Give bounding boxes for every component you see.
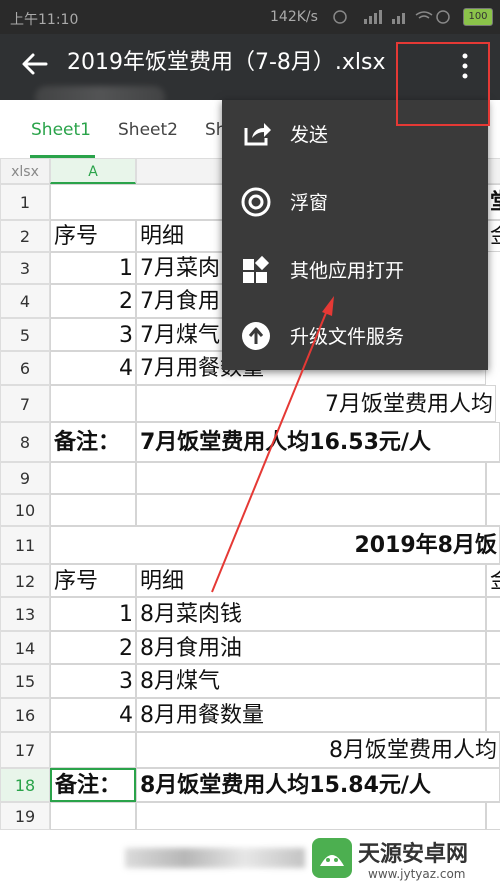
- cell-a15[interactable]: 3: [50, 664, 136, 698]
- floating-window-icon: [241, 187, 271, 217]
- cell-b12[interactable]: 明细: [136, 564, 486, 597]
- cell-a3[interactable]: 1: [50, 252, 136, 284]
- cell-b7[interactable]: 7月饭堂费用人均: [136, 385, 496, 422]
- row-header-14[interactable]: 14: [0, 631, 50, 664]
- blurred-footer: [125, 848, 305, 868]
- cell-c12[interactable]: 金: [486, 564, 500, 597]
- cell-a4[interactable]: 2: [50, 284, 136, 318]
- row-header-9[interactable]: 9: [0, 462, 50, 494]
- row-header-15[interactable]: 15: [0, 664, 50, 698]
- cell-b14[interactable]: 8月食用油: [136, 631, 486, 664]
- cell-r11-merged[interactable]: 2019年8月饭: [50, 526, 500, 564]
- column-header-a[interactable]: A: [50, 158, 136, 184]
- cell-a17[interactable]: [50, 732, 136, 768]
- cell-c16[interactable]: [486, 698, 500, 732]
- cell-a18-selected[interactable]: 备注：: [50, 768, 136, 802]
- cell-b10[interactable]: [136, 494, 486, 526]
- row-header-8[interactable]: 8: [0, 422, 50, 462]
- menu-item-float-window[interactable]: 浮窗: [222, 168, 488, 234]
- cell-a7[interactable]: [50, 385, 136, 422]
- row-header-13[interactable]: 13: [0, 597, 50, 631]
- signal-wifi-icons: [333, 10, 450, 24]
- row-header-6[interactable]: 6: [0, 351, 50, 385]
- back-arrow-icon[interactable]: [20, 49, 50, 79]
- watermark-title: 天源安卓网: [358, 842, 469, 867]
- row-header-5[interactable]: 5: [0, 318, 50, 351]
- cell-b18[interactable]: 8月饭堂费用人均15.84元/人: [136, 768, 500, 802]
- cell-c13[interactable]: [486, 597, 500, 631]
- network-speed: 142K/s: [270, 9, 318, 25]
- cell-a16[interactable]: 4: [50, 698, 136, 732]
- row-header-18[interactable]: 18: [0, 768, 50, 802]
- cell-a12[interactable]: 序号: [50, 564, 136, 597]
- annotation-highlight-box: [396, 42, 490, 126]
- status-icons: [330, 9, 450, 29]
- cell-c10[interactable]: [486, 494, 500, 526]
- row-header-12[interactable]: 12: [0, 564, 50, 597]
- cell-a5[interactable]: 3: [50, 318, 136, 351]
- menu-item-upgrade-service[interactable]: 升级文件服务: [222, 302, 488, 368]
- row-header-7[interactable]: 7: [0, 385, 50, 422]
- status-bar: 上午11:10 142K/s 100: [0, 0, 500, 34]
- grid-corner: xlsx: [0, 158, 50, 184]
- document-title: 2019年饭堂费用（7-8月）.xlsx: [67, 50, 386, 75]
- cell-b17[interactable]: 8月饭堂费用人均: [136, 732, 500, 768]
- cell-c2[interactable]: 金: [486, 220, 500, 252]
- tab-sheet1[interactable]: Sheet1: [31, 120, 91, 140]
- battery-icon: 100: [463, 8, 493, 26]
- row-header-1[interactable]: 1: [0, 184, 50, 220]
- cell-a9[interactable]: [50, 462, 136, 494]
- cell-a8[interactable]: 备注：: [50, 422, 136, 462]
- cell-c14[interactable]: [486, 631, 500, 664]
- cell-c15[interactable]: [486, 664, 500, 698]
- cell-r1-tail[interactable]: 堂: [486, 184, 500, 220]
- row-header-17[interactable]: 17: [0, 732, 50, 768]
- menu-item-open-with-label: 其他应用打开: [290, 260, 405, 282]
- row-header-19[interactable]: 19: [0, 802, 50, 830]
- share-icon: [244, 123, 271, 146]
- cell-b9[interactable]: [136, 462, 486, 494]
- row-header-11[interactable]: 11: [0, 526, 50, 564]
- upgrade-arrow-icon: [242, 322, 270, 350]
- cell-b8[interactable]: 7月饭堂费用人均16.53元/人: [136, 422, 500, 462]
- menu-item-send-label: 发送: [290, 124, 329, 146]
- cell-b13[interactable]: 8月菜肉钱: [136, 597, 486, 631]
- watermark-logo-icon: [312, 838, 352, 878]
- cell-b16[interactable]: 8月用餐数量: [136, 698, 486, 732]
- row-header-3[interactable]: 3: [0, 252, 50, 284]
- row-header-4[interactable]: 4: [0, 284, 50, 318]
- cell-a19[interactable]: [50, 802, 136, 830]
- menu-item-float-window-label: 浮窗: [290, 192, 329, 214]
- row-header-16[interactable]: 16: [0, 698, 50, 732]
- menu-item-open-with[interactable]: 其他应用打开: [222, 236, 488, 302]
- cell-a2[interactable]: 序号: [50, 220, 136, 252]
- row-header-2[interactable]: 2: [0, 220, 50, 252]
- row-header-10[interactable]: 10: [0, 494, 50, 526]
- open-with-apps-icon: [243, 255, 270, 283]
- tab-sheet2[interactable]: Sheet2: [118, 120, 178, 140]
- cell-c9[interactable]: [486, 462, 500, 494]
- menu-item-upgrade-service-label: 升级文件服务: [290, 326, 405, 348]
- cell-a14[interactable]: 2: [50, 631, 136, 664]
- cell-a10[interactable]: [50, 494, 136, 526]
- cell-b15[interactable]: 8月煤气: [136, 664, 486, 698]
- overflow-menu: 发送 浮窗 其他应用打开 升级文件服务: [222, 100, 488, 370]
- cell-a13[interactable]: 1: [50, 597, 136, 631]
- cell-c19[interactable]: [486, 802, 500, 830]
- cell-b19[interactable]: [136, 802, 486, 830]
- watermark-url: www.jytyaz.com: [368, 867, 466, 881]
- cell-a6[interactable]: 4: [50, 351, 136, 385]
- status-time: 上午11:10: [10, 12, 79, 28]
